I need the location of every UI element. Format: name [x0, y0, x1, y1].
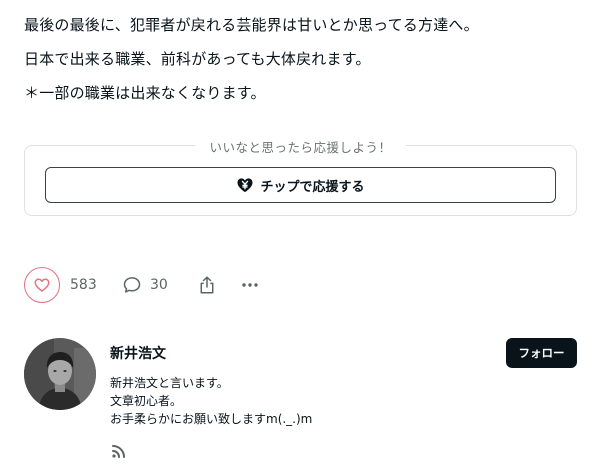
article-paragraph: 日本で出来る職業、前科があっても大体戻れます。	[24, 50, 371, 68]
support-caption-text: いいなと思ったら応援しよう！	[195, 140, 406, 155]
follow-button[interactable]: フォロー	[506, 338, 577, 368]
support-caption: いいなと思ったら応援しよう！	[25, 137, 576, 156]
article-paragraph: 最後の最後に、犯罪者が戻れる芸能界は甘いとか思ってる方達へ。	[24, 16, 479, 34]
yen-heart-icon	[236, 176, 254, 194]
heart-icon	[33, 276, 51, 294]
author-name[interactable]: 新井浩文	[110, 343, 166, 363]
rss-icon[interactable]	[110, 442, 128, 460]
author-bio: 新井浩文と言います。 文章初心者。 お手柔らかにお願い致しますm(._.)m	[110, 374, 312, 428]
bio-line: 文章初心者。	[110, 394, 183, 408]
article-paragraph: ＊一部の職業は出来なくなります。	[24, 84, 266, 102]
action-bar: 583 30	[24, 266, 258, 304]
tip-button[interactable]: チップで応援する	[45, 167, 556, 203]
share-button[interactable]	[198, 275, 216, 295]
like-count: 583	[70, 277, 97, 293]
more-button[interactable]	[242, 283, 258, 287]
support-box: いいなと思ったら応援しよう！ チップで応援する	[24, 140, 577, 216]
like-button[interactable]	[24, 267, 60, 303]
article-body: 最後の最後に、犯罪者が戻れる芸能界は甘いとか思ってる方達へ。 日本で出来る職業、…	[24, 8, 584, 110]
comment-count: 30	[150, 277, 168, 293]
more-icon	[242, 283, 258, 287]
bio-line: お手柔らかにお願い致しますm(._.)m	[110, 412, 313, 426]
bio-line: 新井浩文と言います。	[110, 376, 229, 390]
share-icon	[198, 275, 216, 295]
avatar[interactable]	[24, 338, 96, 410]
tip-button-label: チップで応援する	[260, 179, 365, 195]
comment-icon	[122, 275, 142, 295]
comment-button[interactable]: 30	[122, 275, 168, 295]
